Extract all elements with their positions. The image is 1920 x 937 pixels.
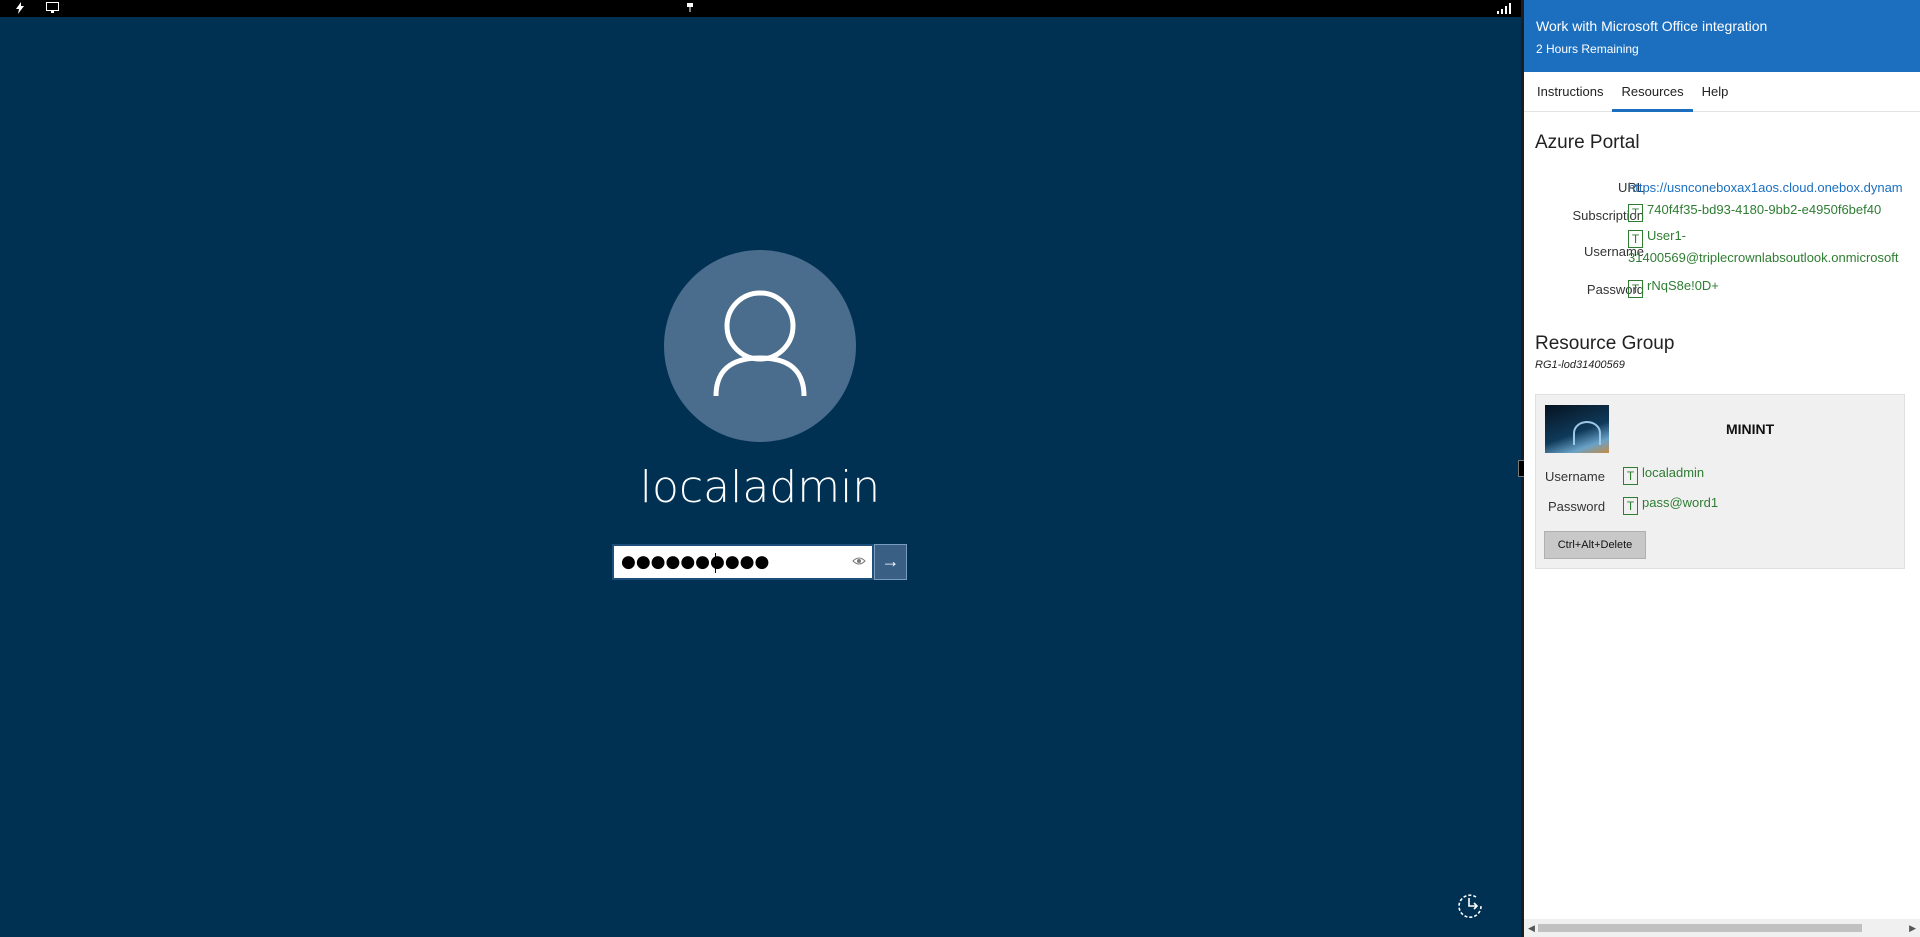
vm-username-value[interactable]: localadmin [1642,465,1704,480]
ease-of-access-icon[interactable] [1454,890,1486,922]
submit-arrow-button[interactable]: → [874,544,907,580]
vm-name: MININT [1726,421,1775,437]
login-username: localadmin [639,462,881,513]
signal-icon [1497,3,1511,14]
tab-resources[interactable]: Resources [1612,72,1693,112]
horizontal-scrollbar[interactable]: ◀ ▶ [1524,919,1920,937]
resource-group-heading: Resource Group [1535,333,1675,354]
url-link[interactable]: https://usnconeboxax1aos.cloud.onebox.dy… [1628,180,1903,195]
text-caret [715,553,716,573]
tab-help[interactable]: Help [1693,72,1738,111]
type-text-icon[interactable]: T [1623,467,1638,485]
type-text-icon[interactable]: T [1628,230,1643,248]
scroll-left-icon[interactable]: ◀ [1528,923,1535,934]
lab-resources-panel: Work with Microsoft Office integration 2… [1524,0,1920,937]
panel-header: Work with Microsoft Office integration 2… [1524,0,1920,72]
vm-password-label: Password [1548,499,1606,514]
vm-login-screen[interactable]: localadmin ●●●●●●●●●● → [0,17,1521,937]
tab-instructions[interactable]: Instructions [1528,72,1612,111]
type-text-icon[interactable]: T [1628,280,1643,298]
username-value-line1[interactable]: User1- [1647,228,1686,243]
type-text-icon[interactable]: T [1628,204,1643,222]
lightning-icon[interactable] [14,2,26,17]
scrollbar-thumb[interactable] [1538,924,1862,932]
vm-username-label: Username [1545,469,1605,484]
monitor-icon[interactable] [46,2,59,17]
lab-title: Work with Microsoft Office integration [1536,18,1768,34]
password-mask: ●●●●●●●●●● [621,552,770,572]
user-avatar [664,250,856,442]
username-value-line2[interactable]: 31400569@triplecrownlabsoutlook.onmicros… [1628,250,1898,265]
vm-toolbar [0,0,1521,17]
subscription-value[interactable]: 740f4f35-bd93-4180-9bb2-e4950f6bef40 [1647,202,1881,217]
scroll-right-icon[interactable]: ▶ [1909,923,1916,934]
vm-password-value[interactable]: pass@word1 [1642,495,1718,510]
password-value[interactable]: rNqS8e!0D+ [1647,278,1719,293]
time-remaining: 2 Hours Remaining [1536,42,1639,56]
resource-group-name: RG1-lod31400569 [1535,359,1625,371]
type-text-icon[interactable]: T [1623,497,1638,515]
vm-thumbnail[interactable] [1545,405,1609,453]
azure-portal-heading: Azure Portal [1535,132,1640,153]
pin-icon[interactable] [686,2,694,16]
panel-tabs: Instructions Resources Help [1524,72,1920,112]
user-icon [713,290,807,397]
vm-card: MININT Username Tlocaladmin Password Tpa… [1535,394,1905,569]
ctrl-alt-delete-button[interactable]: Ctrl+Alt+Delete [1544,531,1646,559]
eye-icon[interactable] [852,555,866,569]
password-input[interactable]: ●●●●●●●●●● [612,544,874,580]
